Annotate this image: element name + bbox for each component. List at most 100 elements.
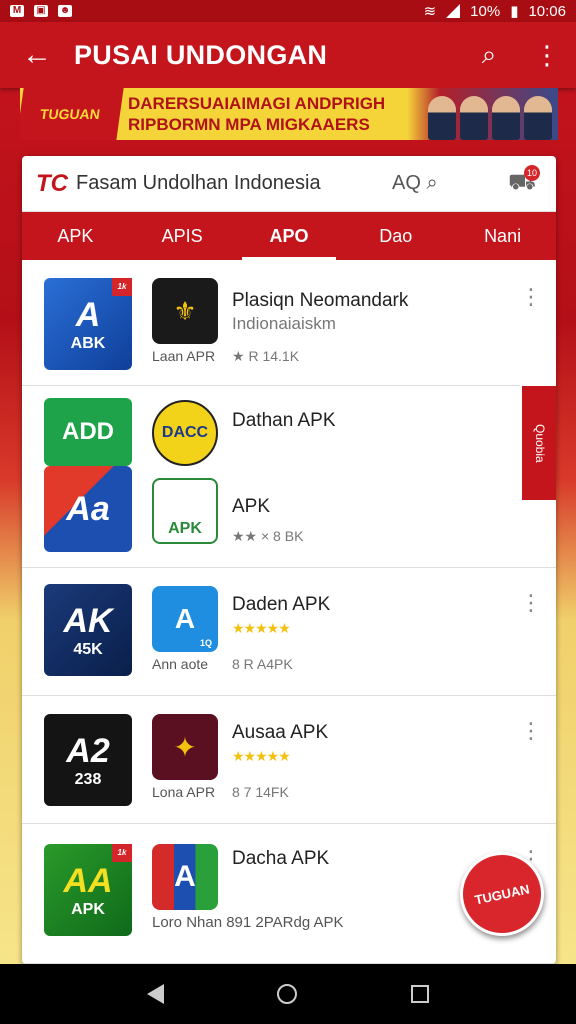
tab-apk[interactable]: APK — [22, 212, 129, 260]
category-tabs: APK APIS APO Dao Nani — [22, 212, 556, 260]
app-icon-badge: 1k — [112, 844, 132, 862]
tab-dao[interactable]: Dao — [342, 212, 449, 260]
banner-line-1: DARERSUAIAIMAGI ANDPRIGH — [128, 94, 386, 113]
photo-icon: ▣ — [34, 5, 48, 17]
app-meta: ★★ × 8 BK — [232, 528, 304, 544]
back-arrow-icon[interactable]: ← — [0, 38, 74, 72]
promo-banner[interactable]: TUGUAN DARERSUAIAIMAGI ANDPRIGH RIPBORMN… — [20, 88, 558, 140]
side-drawer-tab[interactable]: Quobia — [520, 384, 556, 502]
app-icon-letter: A2 — [66, 731, 110, 770]
battery-level: 10% — [470, 2, 501, 20]
app-icon-caption: 45K — [73, 640, 103, 658]
emblem-icon: ⚜ — [152, 278, 218, 344]
gmail-icon: M — [10, 5, 24, 17]
list-item[interactable]: AK 45K A 1Q Ann aote Daden APK ★★★★★ 8 R… — [22, 568, 556, 696]
app-logo-label: A — [174, 860, 196, 893]
app-logo-label: ✦ — [173, 731, 197, 763]
app-meta: 8 R A4PK — [232, 656, 293, 672]
app-meta: ★ R 14.1K — [232, 348, 300, 364]
app-list: A ABK 1k ⚜ Laan APR Plasiqn Neomandark I… — [22, 260, 556, 964]
app-logo-label: DACC — [161, 424, 209, 441]
nav-back-icon[interactable] — [146, 984, 164, 1004]
app-list-card: TC Fasam Undolhan Indonesia AQ ⌕ ⛟ 10 APK… — [22, 156, 556, 964]
wifi-icon: ≋ — [423, 3, 437, 20]
app-bar: ← PUSAI UNDONGAN ⌕ ⋮ — [0, 22, 576, 88]
search-aq-label: AQ — [392, 172, 421, 194]
battery-icon: ▮ — [510, 3, 519, 20]
app-name: Dathan APK — [232, 410, 336, 431]
banner-headline: DARERSUAIAIMAGI ANDPRIGH RIPBORMN MPA MI… — [120, 93, 422, 135]
apk-logo-icon: APK — [152, 478, 218, 544]
app-icon-large: ADD — [44, 398, 132, 466]
message-icon: ☻ — [58, 5, 72, 17]
app-logo-label: A — [174, 603, 196, 634]
app-logo-badge: 1Q — [199, 638, 212, 648]
person-figure — [524, 96, 552, 140]
app-icon-large: AA APK 1k — [44, 844, 132, 936]
search-input[interactable]: Fasam Undolhan Indonesia — [76, 172, 392, 195]
page-title: PUSAI UNDONGAN — [74, 39, 328, 70]
banner-photo — [422, 88, 558, 140]
cart-icon[interactable]: ⛟ 10 — [502, 164, 542, 199]
app-logo-icon: A — [152, 844, 218, 910]
banner-logo: TUGUAN — [20, 88, 124, 140]
list-item[interactable]: A2 238 ✦ Lona APR Ausaa APK ★★★★★ 8 7 14… — [22, 696, 556, 824]
app-icon-large: AK 45K — [44, 584, 132, 676]
app-icon-letter: AK — [63, 601, 113, 640]
search-icon[interactable]: ⌕ — [460, 39, 518, 71]
app-name: Dacha APK — [232, 848, 330, 869]
nav-recent-icon[interactable] — [411, 985, 430, 1003]
search-aq-icon[interactable]: AQ ⌕ — [392, 172, 502, 195]
app-name: Plasiqn Neomandark — [232, 290, 409, 311]
nav-home-icon[interactable] — [277, 984, 298, 1004]
more-vert-icon[interactable]: ⋮ — [520, 720, 542, 742]
app-icon-letter: A — [75, 295, 101, 334]
app-icon-large: A2 238 — [44, 714, 132, 806]
person-figure — [460, 96, 488, 140]
app-developer: Loro Nhan 891 2PARdg APK — [152, 914, 344, 931]
app-meta: 8 7 14FK — [232, 784, 289, 800]
app-developer: Laan APR — [152, 348, 216, 364]
person-figure — [428, 96, 456, 140]
app-icon-letter: Aa — [66, 489, 110, 528]
app-icon-large: Aa — [44, 466, 132, 552]
emblem-icon: ✦ — [152, 714, 218, 780]
status-system: ≋ 10% ▮ 10:06 — [423, 2, 566, 21]
more-vert-icon[interactable]: ⋮ — [520, 592, 542, 614]
app-icon-letter: AA — [63, 861, 113, 900]
badge-logo-icon: DACC — [152, 400, 218, 466]
status-notifications: M ▣ ☻ — [10, 5, 72, 17]
list-item[interactable]: A ABK 1k ⚜ Laan APR Plasiqn Neomandark I… — [22, 260, 556, 386]
cart-badge: 10 — [524, 164, 540, 181]
more-vert-icon[interactable]: ⋮ — [520, 286, 542, 308]
app-icon-badge: 1k — [112, 278, 132, 296]
app-developer: Lona APR — [152, 784, 216, 800]
app-name: APK — [232, 496, 271, 517]
signal-icon — [446, 4, 461, 18]
app-developer: Ann aote — [152, 656, 209, 672]
tab-apo[interactable]: APO — [236, 212, 343, 260]
tab-apis[interactable]: APIS — [129, 212, 236, 260]
app-icon-large: A ABK 1k — [44, 278, 132, 370]
search-bar[interactable]: TC Fasam Undolhan Indonesia AQ ⌕ ⛟ 10 — [22, 156, 556, 212]
store-logo: TC — [36, 169, 68, 197]
app-detail: Indionaiaiskm — [232, 314, 336, 333]
clock: 10:06 — [528, 2, 566, 20]
app-logo-label: APK — [168, 520, 202, 537]
system-nav-bar — [0, 964, 576, 1024]
app-logo-icon: A 1Q — [152, 586, 218, 652]
app-icon-caption: 238 — [74, 770, 102, 788]
app-icon-letter: ADD — [62, 418, 114, 445]
app-name: Ausaa APK — [232, 722, 329, 743]
tab-nani[interactable]: Nani — [449, 212, 556, 260]
rating-stars: ★★★★★ — [232, 748, 291, 764]
list-item[interactable]: ADD Aa DACC APK Dathan APK APK ★★ × 8 BK… — [22, 386, 556, 568]
app-icon-caption: APK — [71, 900, 105, 918]
app-name: Daden APK — [232, 594, 331, 615]
person-figure — [492, 96, 520, 140]
rating-stars: ★★★★★ — [232, 620, 291, 636]
more-vert-icon[interactable]: ⋮ — [518, 40, 576, 71]
banner-line-2: RIPBORMN MPA MIGKAAERS — [128, 115, 370, 134]
app-icon-caption: ABK — [70, 334, 106, 352]
status-bar: M ▣ ☻ ≋ 10% ▮ 10:06 — [0, 0, 576, 22]
